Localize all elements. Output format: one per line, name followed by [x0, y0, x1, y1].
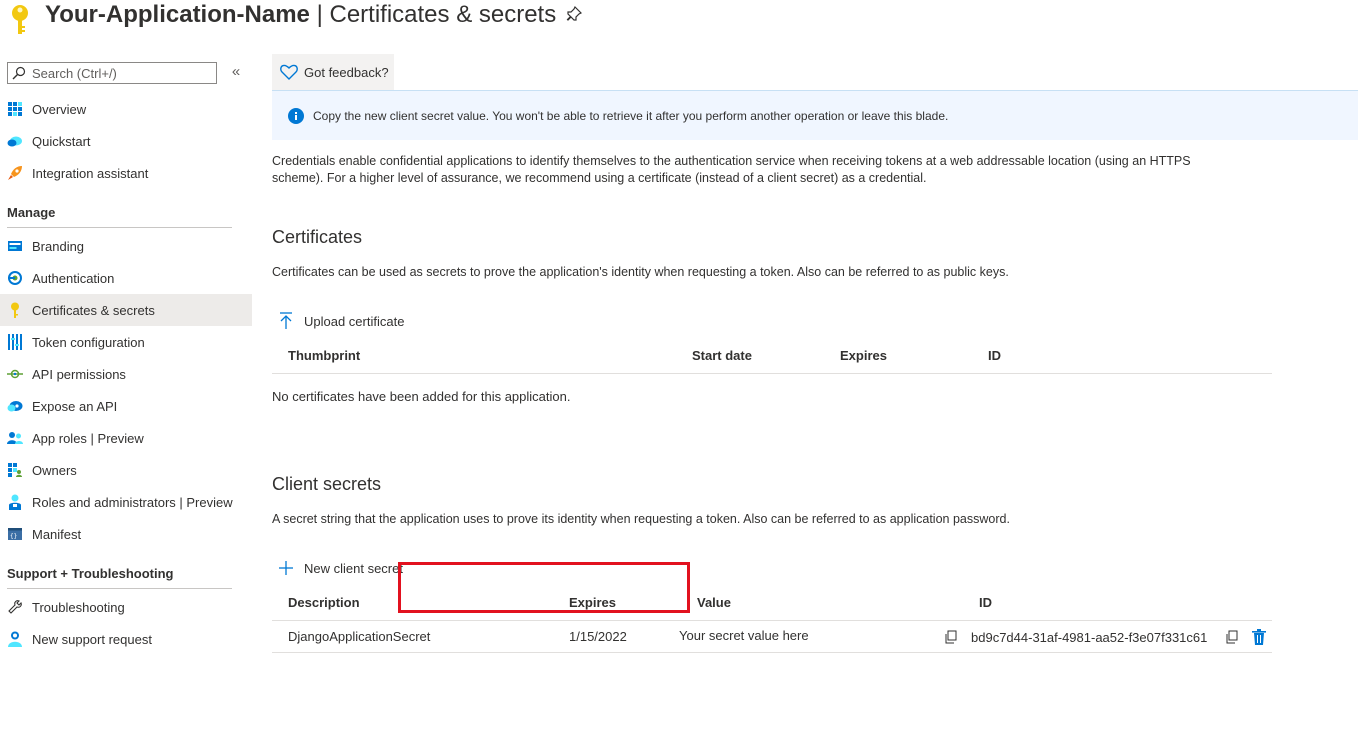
sidebar-item-certificates-secrets[interactable]: Certificates & secrets [0, 294, 252, 326]
section-divider [7, 588, 232, 589]
sidebar-item-label: App roles | Preview [32, 430, 144, 446]
copy-id-icon[interactable] [1225, 630, 1239, 644]
title-separator: | [309, 1, 330, 28]
sidebar-item-api-permissions[interactable]: API permissions [0, 358, 252, 390]
sidebar-item-label: Manifest [32, 526, 82, 542]
sidebar-item-branding[interactable]: Branding [0, 230, 252, 262]
delete-icon[interactable] [1252, 629, 1266, 645]
table-divider [272, 652, 1272, 653]
page-title: Your-Application-Name | Certificates & s… [45, 0, 556, 30]
column-header-value[interactable]: Value [697, 595, 731, 610]
column-header-id[interactable]: ID [988, 348, 1001, 363]
secret-expires: 1/15/2022 [569, 629, 627, 644]
sidebar-item-label: Overview [32, 101, 87, 117]
pin-icon[interactable] [566, 6, 582, 22]
sidebar-item-label: Troubleshooting [32, 599, 125, 615]
sidebar-item-label: Integration assistant [32, 165, 149, 181]
credentials-description: Credentials enable confidential applicat… [272, 154, 1191, 185]
api-permissions-icon [7, 366, 23, 382]
sidebar-item-label: New support request [32, 631, 152, 647]
table-divider [272, 620, 1272, 621]
wrench-icon [7, 599, 23, 615]
secret-value-highlight [398, 562, 690, 613]
rocket-icon [7, 165, 23, 181]
feedback-label: Got feedback? [304, 64, 389, 80]
sidebar-item-overview[interactable]: Overview [0, 93, 252, 125]
copy-value-icon[interactable] [944, 630, 958, 644]
info-banner: Copy the new client secret value. You wo… [272, 90, 1358, 140]
cloud-api-icon [7, 398, 23, 414]
secret-id: bd9c7d44-31af-4981-aa52-f3e07f331c61 [971, 630, 1208, 645]
upload-certificate-label: Upload certificate [304, 313, 405, 329]
certificates-heading: Certificates [272, 227, 363, 247]
feedback-button[interactable]: Got feedback? [272, 54, 394, 90]
certificates-description: Certificates can be used as secrets to p… [272, 265, 1009, 279]
upload-certificate-button[interactable]: Upload certificate [278, 309, 404, 333]
sidebar-item-troubleshooting[interactable]: Troubleshooting [0, 591, 252, 623]
certificates-empty-message: No certificates have been added for this… [272, 389, 571, 404]
support-person-icon [7, 631, 23, 647]
sidebar-item-label: Owners [32, 462, 77, 478]
app-roles-icon [7, 430, 23, 446]
plus-icon [279, 561, 293, 575]
page-name: Certificates & secrets [329, 1, 557, 28]
svg-text:{}: {} [10, 533, 17, 540]
section-label-manage: Manage [7, 205, 56, 220]
search-icon [12, 66, 26, 80]
key-icon [12, 5, 28, 34]
sidebar-item-authentication[interactable]: Authentication [0, 262, 252, 294]
section-label-support: Support + Troubleshooting [7, 566, 174, 581]
owners-icon [7, 462, 23, 478]
column-header-start-date[interactable]: Start date [692, 348, 752, 363]
column-header-id[interactable]: ID [979, 595, 992, 610]
secret-description: DjangoApplicationSecret [288, 629, 431, 644]
table-divider [272, 373, 1272, 374]
token-bars-icon [7, 334, 23, 350]
grid-icon [7, 101, 23, 117]
new-client-secret-label: New client secret [304, 560, 403, 576]
sidebar-item-label: Token configuration [32, 334, 145, 350]
sidebar-item-label: Certificates & secrets [32, 302, 155, 318]
sidebar-item-label: Branding [32, 238, 85, 254]
client-secrets-description: A secret string that the application use… [272, 512, 1010, 526]
sidebar-item-new-support-request[interactable]: New support request [0, 623, 252, 655]
sidebar-item-manifest[interactable]: {} Manifest [0, 518, 252, 550]
branding-icon [7, 238, 23, 254]
search-box[interactable] [7, 62, 217, 84]
authentication-icon [7, 270, 23, 286]
column-header-description[interactable]: Description [288, 595, 360, 610]
manifest-icon: {} [7, 526, 23, 542]
new-client-secret-button[interactable]: New client secret [278, 556, 403, 580]
sidebar-item-integration-assistant[interactable]: Integration assistant [0, 157, 252, 189]
sidebar-item-token-configuration[interactable]: Token configuration [0, 326, 252, 358]
upload-icon [280, 312, 292, 329]
sidebar-item-quickstart[interactable]: Quickstart [0, 125, 252, 157]
sidebar-item-label: Expose an API [32, 398, 118, 414]
heart-icon [280, 64, 298, 80]
admin-icon [7, 494, 23, 510]
sidebar-item-roles-administrators[interactable]: Roles and administrators | Preview [0, 486, 252, 518]
sidebar-item-expose-an-api[interactable]: Expose an API [0, 390, 252, 422]
app-name: Your-Application-Name [45, 1, 310, 28]
sidebar-item-label: Authentication [32, 270, 115, 286]
secret-value[interactable]: Your secret value here [679, 628, 809, 643]
info-icon [288, 107, 304, 124]
sidebar-item-label: API permissions [32, 366, 126, 382]
key-icon [7, 302, 23, 318]
client-secrets-heading: Client secrets [272, 474, 382, 494]
section-divider [7, 227, 232, 228]
sidebar-item-label: Quickstart [32, 133, 91, 149]
collapse-sidebar-button[interactable]: « [228, 63, 244, 81]
sidebar-item-label: Roles and administrators | Preview [32, 494, 233, 510]
column-header-thumbprint[interactable]: Thumbprint [288, 348, 360, 363]
info-message: Copy the new client secret value. You wo… [313, 108, 949, 123]
page-header: Your-Application-Name | Certificates & s… [0, 0, 1358, 40]
cloud-icon [7, 133, 23, 149]
sidebar-item-app-roles[interactable]: App roles | Preview [0, 422, 252, 454]
sidebar-item-owners[interactable]: Owners [0, 454, 252, 486]
search-input[interactable] [32, 65, 212, 81]
column-header-expires[interactable]: Expires [840, 348, 887, 363]
